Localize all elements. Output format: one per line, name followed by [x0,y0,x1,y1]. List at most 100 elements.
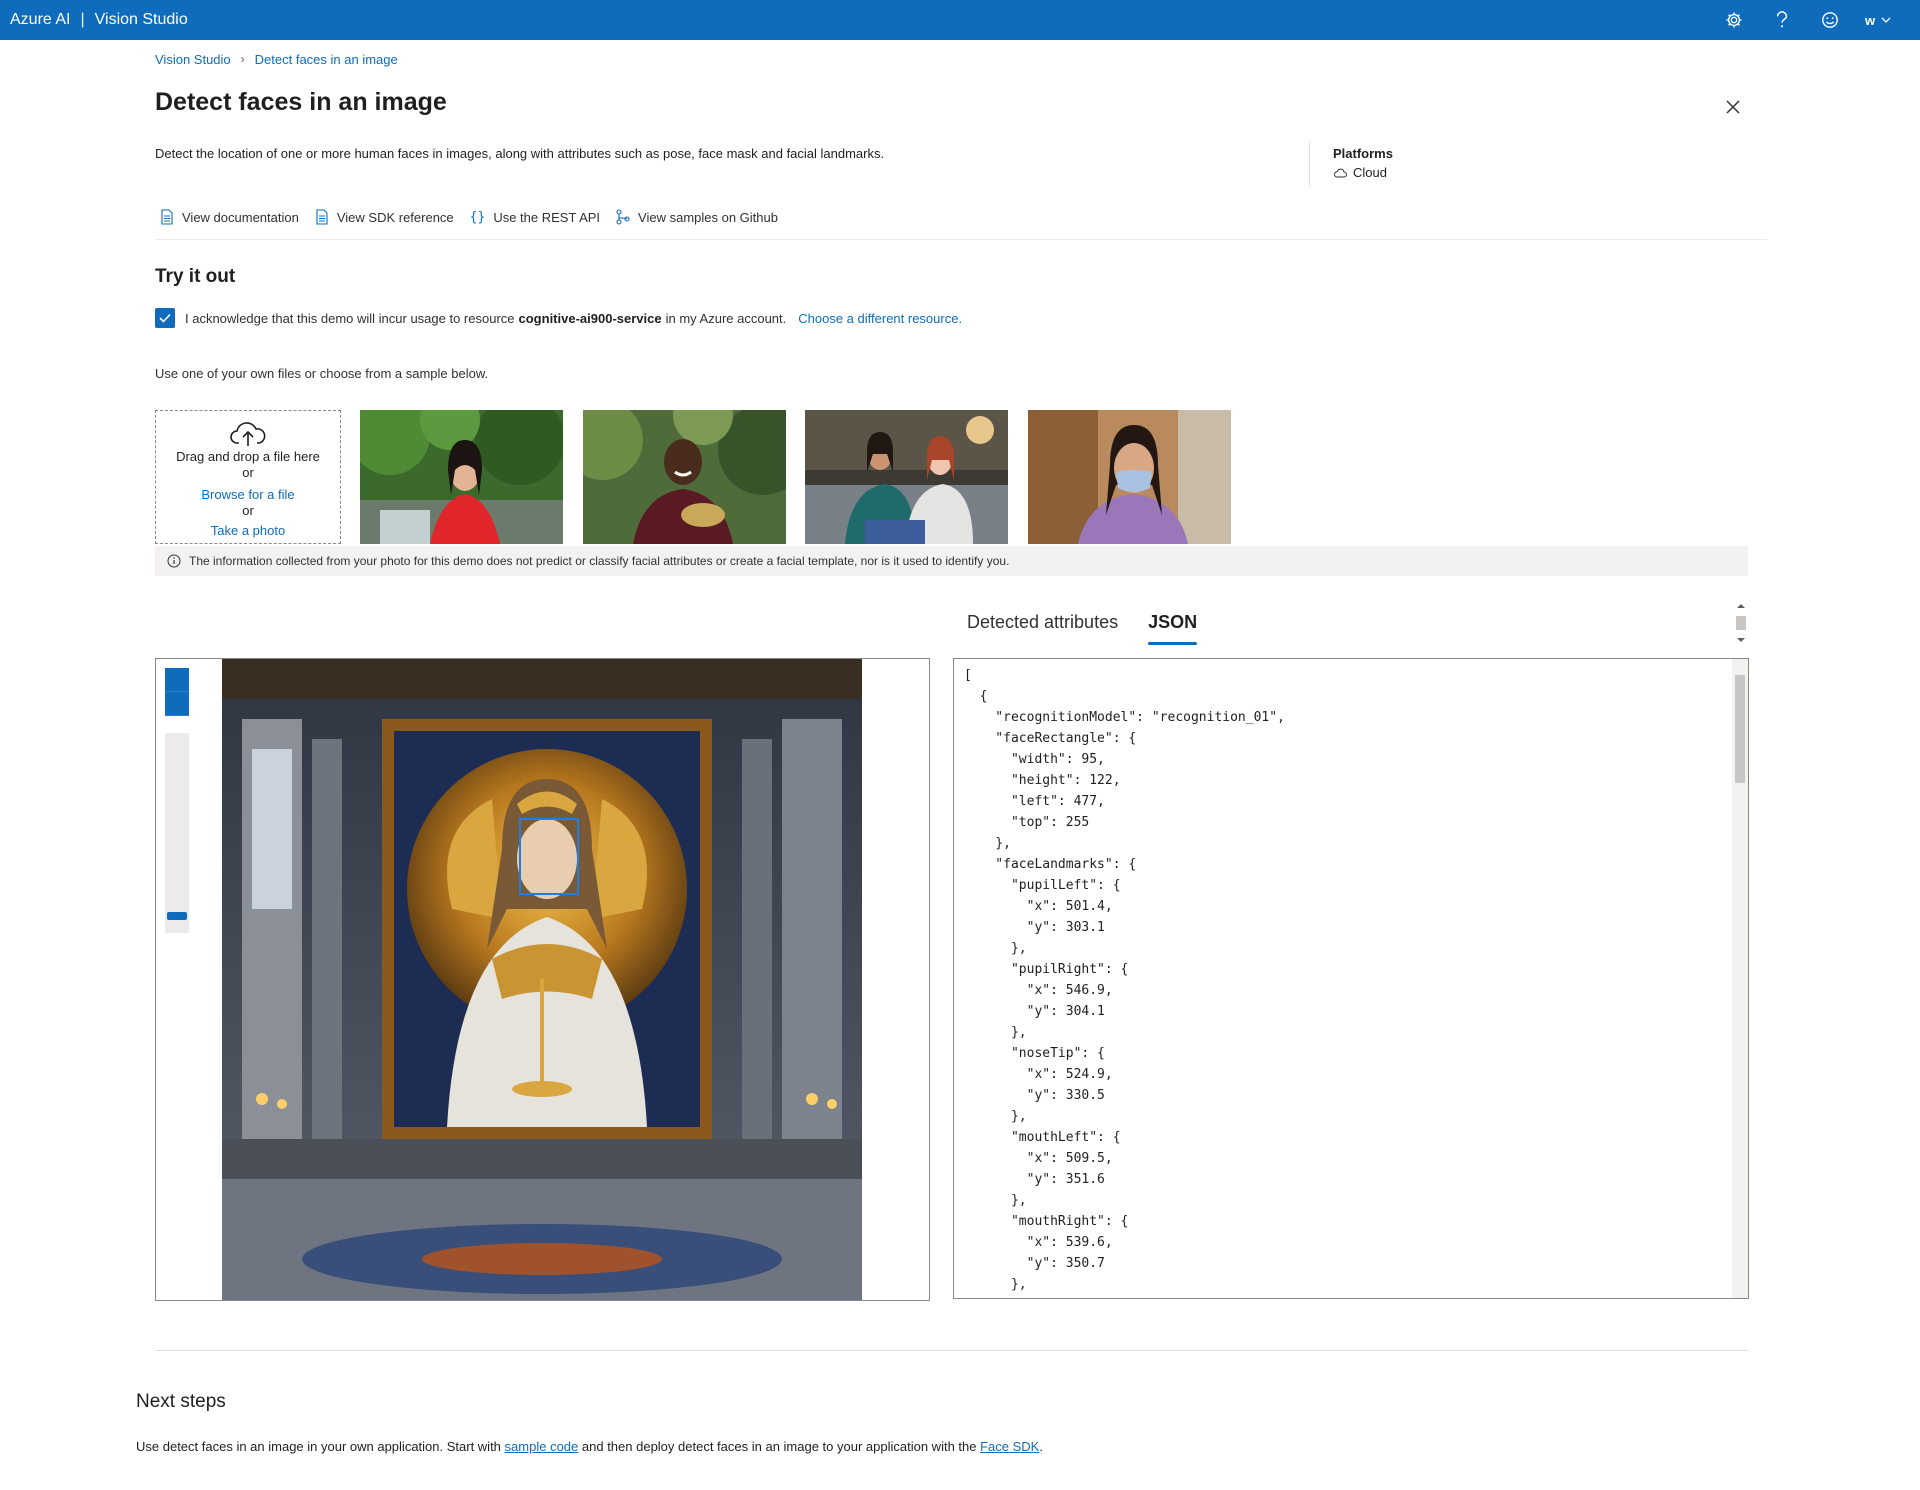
json-line: "mouthRight": { [964,1214,1129,1229]
json-line: { [964,689,988,704]
next-steps-text: Use detect faces in an image in your own… [136,1439,1043,1454]
sample-image-man-maroon-shirt[interactable] [583,410,786,544]
breadcrumb-current[interactable]: Detect faces in an image [255,52,398,67]
json-line: "pupilLeft": { [964,878,1121,893]
chevron-right-icon: › [240,52,245,66]
file-drop-zone[interactable]: Drag and drop a file here or Browse for … [155,410,341,544]
platforms-info: Platforms Cloud [1333,146,1393,180]
json-line: "x": 524.9, [964,1067,1113,1082]
view-documentation-label: View documentation [182,209,299,225]
privacy-info-bar: The information collected from your phot… [155,546,1748,576]
document-icon [161,209,173,225]
cloud-icon [1334,168,1347,177]
take-photo-link[interactable]: Take a photo [156,523,340,539]
use-rest-api-link[interactable]: {} Use the REST API [470,210,600,225]
brand-app-name: Vision Studio [94,11,188,28]
platforms-value: Cloud [1353,165,1387,180]
info-icon [167,554,181,568]
cloud-upload-icon [230,422,266,446]
next-steps-text-3: . [1039,1439,1043,1454]
or-text: or [242,503,254,518]
json-scrollbar-thumb[interactable] [1735,675,1745,783]
document-icon [316,209,328,225]
json-line: "faceRectangle": { [964,731,1137,746]
zoom-out-button[interactable] [165,692,189,716]
json-line: "x": 546.9, [964,983,1113,998]
json-line: "top": 255 [964,815,1090,830]
analyzed-image [222,659,862,1300]
use-rest-api-label: Use the REST API [493,209,601,225]
acknowledge-checkbox[interactable] [155,308,175,328]
zoom-slider-track[interactable] [165,733,189,933]
sample-image-woman-red-top[interactable] [360,410,563,544]
view-samples-github-label: View samples on Github [638,209,778,225]
json-line: }, [964,1277,1027,1292]
json-line: "noseTip": { [964,1046,1105,1061]
acknowledge-text-after: in my Azure account. [665,310,787,326]
json-line: "x": 501.4, [964,899,1113,914]
view-samples-github-link[interactable]: View samples on Github [616,209,778,225]
brand-azure: Azure AI [10,11,71,28]
help-question-icon[interactable] [1758,0,1806,40]
privacy-info-text: The information collected from your phot… [189,554,1010,568]
json-line: "left": 477, [964,794,1105,809]
acknowledge-text-before: I acknowledge that this demo will incur … [185,310,515,326]
json-line: "height": 122, [964,773,1121,788]
json-line: "y": 330.5 [964,1088,1105,1103]
zoom-controls [165,668,189,716]
resource-name: cognitive-ai900-service [518,310,662,326]
json-line: "pupilRight": { [964,962,1129,977]
try-it-out-heading: Try it out [155,266,236,287]
branch-icon [616,209,630,225]
tab-detected-attributes[interactable]: Detected attributes [967,612,1118,648]
breadcrumb-vision-studio[interactable]: Vision Studio [155,52,231,67]
section-divider [155,239,1767,240]
zoom-slider-thumb[interactable] [167,912,187,920]
braces-icon: {} [469,209,486,225]
checkmark-icon [159,313,171,323]
zoom-in-button[interactable] [165,668,189,692]
page-title: Detect faces in an image [155,88,447,116]
json-line: "faceLandmarks": { [964,857,1137,872]
json-output-panel[interactable]: [ { "recognitionModel": "recognition_01"… [953,658,1749,1299]
settings-gear-icon[interactable] [1710,0,1758,40]
json-line: [ [964,668,972,683]
json-line: "y": 351.6 [964,1172,1105,1187]
brand-separator: | [80,11,85,28]
next-steps-text-1: Use detect faces in an image in your own… [136,1439,501,1454]
choose-different-resource-link[interactable]: Choose a different resource. [798,311,962,326]
json-line: "mouthLeft": { [964,1130,1121,1145]
panel-scrollbar[interactable] [1734,602,1748,644]
view-sdk-reference-label: View SDK reference [336,209,454,225]
view-sdk-reference-link[interactable]: View SDK reference [315,209,454,225]
next-steps-heading: Next steps [136,1391,226,1412]
or-text: or [242,465,254,480]
tab-json[interactable]: JSON [1148,612,1198,648]
sample-image-two-women-office[interactable] [805,410,1008,544]
json-line: "y": 350.7 [964,1256,1105,1271]
view-documentation-link[interactable]: View documentation [160,209,299,225]
brand[interactable]: Azure AI | Vision Studio [10,0,188,40]
account-menu[interactable]: w [1854,13,1902,28]
json-line: "y": 303.1 [964,920,1105,935]
acknowledge-row: I acknowledge that this demo will incur … [155,307,962,329]
sample-image-woman-face-mask[interactable] [1028,410,1231,544]
browse-file-link[interactable]: Browse for a file [156,487,340,503]
chevron-down-icon [1881,17,1891,23]
json-line: "y": 304.1 [964,1004,1105,1019]
results-tabs: Detected attributes JSON [967,612,1227,648]
json-line: }, [964,1025,1027,1040]
drag-drop-text: Drag and drop a file here [176,449,320,464]
feedback-smiley-icon[interactable] [1806,0,1854,40]
face-sdk-link[interactable]: Face SDK [980,1439,1039,1454]
sample-code-link[interactable]: sample code [505,1439,579,1454]
user-initial: w [1864,12,1876,28]
next-steps-text-2: and then deploy detect faces in an image… [581,1439,977,1454]
close-icon[interactable] [1722,96,1744,118]
use-own-files-text: Use one of your own files or choose from… [155,366,489,381]
breadcrumb: Vision Studio › Detect faces in an image [155,50,398,68]
json-line: "x": 509.5, [964,1151,1113,1166]
json-line: }, [964,836,1011,851]
resource-links: View documentation View SDK reference {}… [160,206,794,228]
json-scrollbar[interactable] [1732,659,1748,1298]
